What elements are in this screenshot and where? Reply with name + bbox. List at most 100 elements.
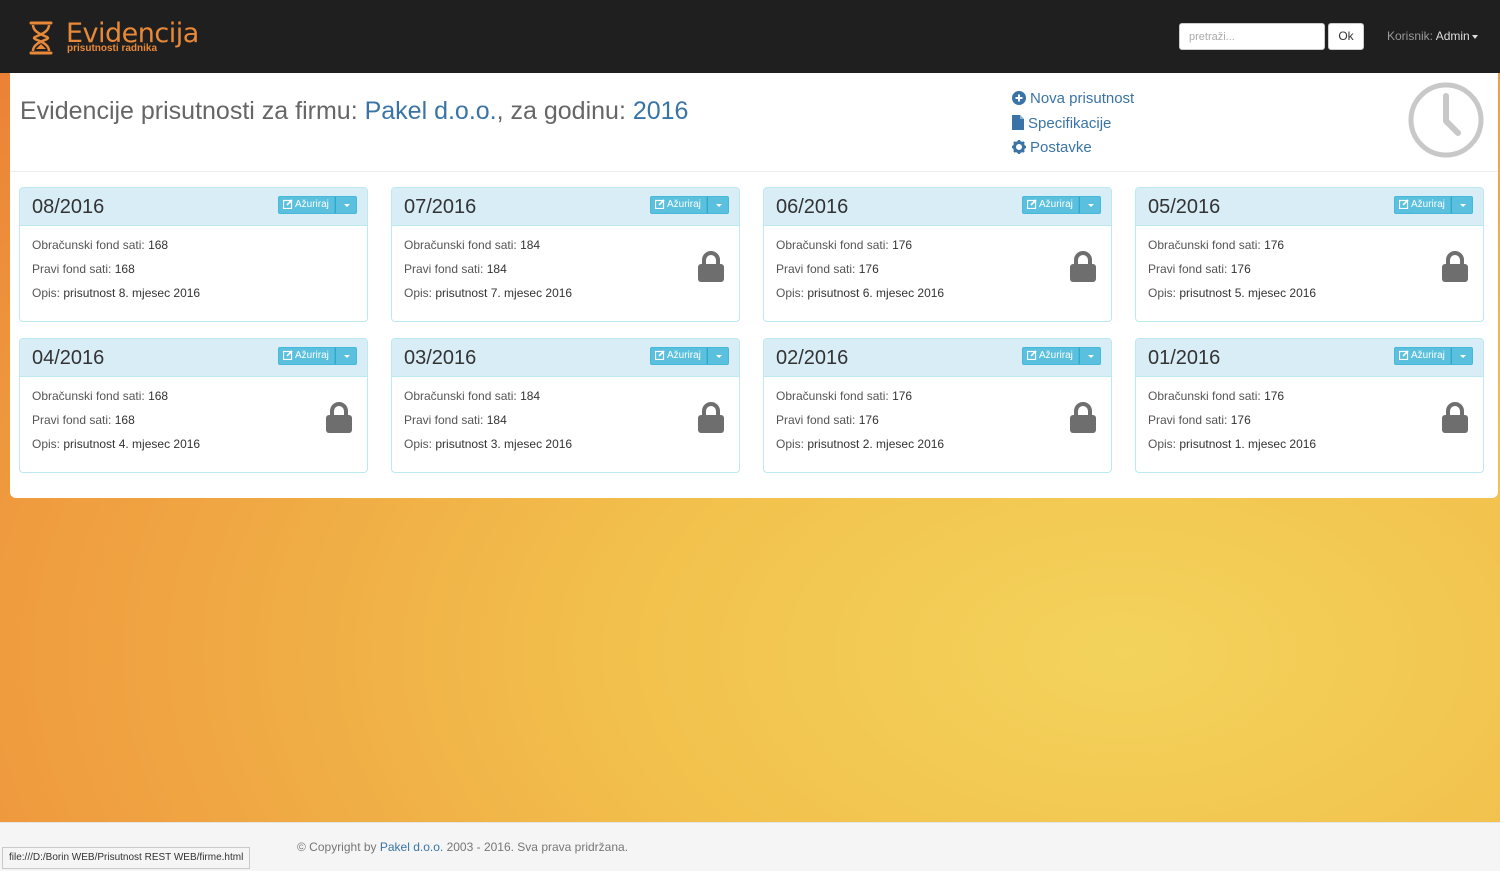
period-card: 07/2016 Ažuriraj Obračunski fond sati: 184…: [391, 187, 740, 322]
card-header: 08/2016 Ažuriraj: [20, 188, 367, 226]
period-label: 03/2016: [404, 347, 477, 369]
period-label: 07/2016: [404, 196, 477, 218]
calc-fund-label: Obračunski fond sati:: [32, 389, 145, 403]
edit-icon: [1026, 199, 1039, 210]
update-button-group: Ažuriraj: [1022, 347, 1101, 365]
edit-icon: [282, 350, 295, 361]
description-label: Opis:: [1148, 437, 1177, 451]
update-label: Ažuriraj: [295, 199, 329, 210]
card-body: Obračunski fond sati: 184 Pravi fond sati…: [392, 226, 739, 310]
calc-fund-label: Obračunski fond sati:: [32, 238, 145, 252]
update-dropdown-toggle[interactable]: [1450, 196, 1473, 214]
page-title: Evidencije prisutnosti za firmu: Pakel d…: [20, 97, 688, 126]
file-icon: [1012, 114, 1024, 130]
copyright-suffix: 2003 - 2016. Sva prava pridržana.: [443, 840, 629, 854]
update-dropdown-toggle[interactable]: [1078, 347, 1101, 365]
update-button[interactable]: Ažuriraj: [1022, 347, 1079, 365]
update-dropdown-toggle[interactable]: [706, 196, 729, 214]
footer-company-link[interactable]: Pakel d.o.o.: [380, 840, 443, 854]
settings-link[interactable]: Postavke: [1012, 139, 1134, 164]
plus-circle-icon: [1012, 91, 1026, 105]
real-fund-row: Pravi fond sati: 184: [404, 413, 727, 437]
specifications-link[interactable]: Specifikacije: [1012, 114, 1134, 140]
calc-fund-row: Obračunski fond sati: 168: [32, 238, 355, 262]
search-button[interactable]: Ok: [1328, 23, 1364, 50]
real-fund-value: 176: [1230, 262, 1251, 276]
update-button-group: Ažuriraj: [278, 347, 357, 365]
update-button-group: Ažuriraj: [650, 347, 729, 365]
update-dropdown-toggle[interactable]: [1450, 347, 1473, 365]
update-label: Ažuriraj: [667, 350, 701, 361]
update-button[interactable]: Ažuriraj: [1394, 347, 1451, 365]
real-fund-label: Pravi fond sati:: [1148, 262, 1228, 276]
new-attendance-link[interactable]: Nova prisutnost: [1012, 90, 1134, 115]
description-value: prisutnost 5. mjesec 2016: [1179, 286, 1317, 300]
calc-fund-row: Obračunski fond sati: 176: [1148, 389, 1471, 413]
description-label: Opis:: [1148, 286, 1177, 300]
card-header: 05/2016 Ažuriraj: [1136, 188, 1483, 226]
lock-icon: [325, 402, 353, 437]
update-button[interactable]: Ažuriraj: [278, 196, 335, 214]
real-fund-row: Pravi fond sati: 168: [32, 413, 355, 437]
real-fund-label: Pravi fond sati:: [404, 413, 484, 427]
description-row: Opis: prisutnost 4. mjesec 2016: [32, 437, 355, 461]
real-fund-label: Pravi fond sati:: [404, 262, 484, 276]
app-logo[interactable]: Evidencija prisutnosti radnika: [24, 18, 199, 60]
real-fund-value: 168: [114, 262, 135, 276]
period-card: 04/2016 Ažuriraj Obračunski fond sati: 168…: [19, 338, 368, 473]
update-button-group: Ažuriraj: [1394, 196, 1473, 214]
update-label: Ažuriraj: [1411, 350, 1445, 361]
description-value: prisutnost 1. mjesec 2016: [1179, 437, 1317, 451]
specifications-label: Specifikacije: [1028, 114, 1112, 132]
hourglass-icon: [29, 21, 53, 55]
real-fund-row: Pravi fond sati: 176: [776, 413, 1099, 437]
update-dropdown-toggle[interactable]: [1078, 196, 1101, 214]
calc-fund-label: Obračunski fond sati:: [404, 238, 517, 252]
lock-icon: [697, 251, 725, 286]
calc-fund-row: Obračunski fond sati: 168: [32, 389, 355, 413]
caret-down-icon: [1471, 34, 1478, 39]
period-label: 02/2016: [776, 347, 849, 369]
calc-fund-value: 168: [148, 389, 169, 403]
edit-icon: [1398, 350, 1411, 361]
title-middle: , za godinu:: [496, 97, 633, 125]
update-label: Ažuriraj: [667, 199, 701, 210]
calc-fund-label: Obračunski fond sati:: [776, 238, 889, 252]
real-fund-label: Pravi fond sati:: [32, 413, 112, 427]
search-input[interactable]: [1179, 23, 1325, 50]
lock-icon: [1441, 251, 1469, 286]
calc-fund-row: Obračunski fond sati: 176: [1148, 238, 1471, 262]
update-dropdown-toggle[interactable]: [334, 196, 357, 214]
description-value: prisutnost 2. mjesec 2016: [807, 437, 945, 451]
period-card: 02/2016 Ažuriraj Obračunski fond sati: 176…: [763, 338, 1112, 473]
update-label: Ažuriraj: [1039, 199, 1073, 210]
update-button[interactable]: Ažuriraj: [1394, 196, 1451, 214]
real-fund-row: Pravi fond sati: 176: [1148, 413, 1471, 437]
calc-fund-value: 176: [892, 389, 913, 403]
description-row: Opis: prisutnost 1. mjesec 2016: [1148, 437, 1471, 461]
real-fund-label: Pravi fond sati:: [776, 413, 856, 427]
period-label: 04/2016: [32, 347, 105, 369]
description-row: Opis: prisutnost 6. mjesec 2016: [776, 286, 1099, 310]
update-button[interactable]: Ažuriraj: [650, 347, 707, 365]
real-fund-label: Pravi fond sati:: [32, 262, 112, 276]
description-value: prisutnost 6. mjesec 2016: [807, 286, 945, 300]
user-menu[interactable]: Korisnik: Admin: [1387, 29, 1478, 43]
calc-fund-value: 184: [520, 238, 541, 252]
update-button[interactable]: Ažuriraj: [278, 347, 335, 365]
update-button[interactable]: Ažuriraj: [650, 196, 707, 214]
period-card: 08/2016 Ažuriraj Obračunski fond sati: 168…: [19, 187, 368, 322]
card-body: Obračunski fond sati: 176 Pravi fond sati…: [764, 377, 1111, 461]
update-button[interactable]: Ažuriraj: [1022, 196, 1079, 214]
action-links: Nova prisutnost Specifikacije Postavke: [1012, 90, 1134, 164]
edit-icon: [654, 199, 667, 210]
description-row: Opis: prisutnost 2. mjesec 2016: [776, 437, 1099, 461]
update-dropdown-toggle[interactable]: [334, 347, 357, 365]
period-card: 06/2016 Ažuriraj Obračunski fond sati: 176…: [763, 187, 1112, 322]
calc-fund-label: Obračunski fond sati:: [1148, 389, 1261, 403]
card-body: Obračunski fond sati: 176 Pravi fond sati…: [1136, 226, 1483, 310]
calc-fund-row: Obračunski fond sati: 184: [404, 389, 727, 413]
copyright-prefix: © Copyright by: [297, 840, 380, 854]
update-dropdown-toggle[interactable]: [706, 347, 729, 365]
update-label: Ažuriraj: [295, 350, 329, 361]
